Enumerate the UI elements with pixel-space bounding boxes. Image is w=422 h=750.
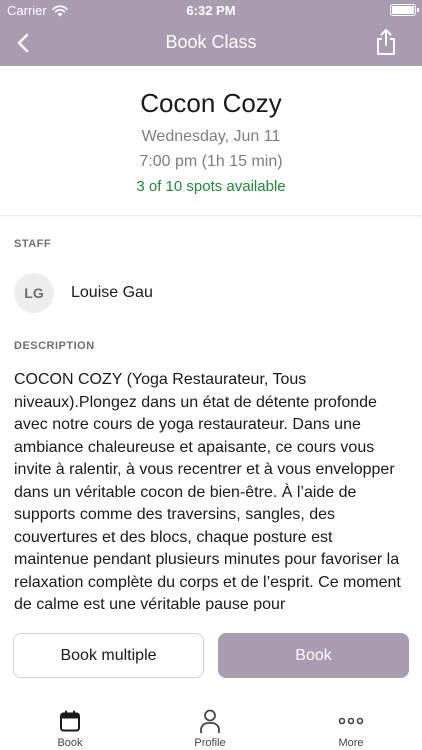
share-icon [377,29,395,55]
share-button[interactable] [372,26,400,58]
tab-profile[interactable]: Profile [160,700,260,750]
class-time: 7:00 pm (1h 15 min) [139,153,283,170]
tab-profile-label: Profile [194,737,226,749]
tab-more[interactable]: More [301,700,401,750]
description-section-label: DESCRIPTION [14,340,95,352]
class-date: Wednesday, Jun 11 [141,128,281,145]
calendar-icon [60,710,80,732]
tab-bar: Book Profile More [0,700,422,750]
spots-available: 3 of 10 spots available [136,178,286,195]
page-title: Book Class [165,32,257,52]
staff-avatar[interactable]: LG [14,273,54,313]
tab-more-label: More [338,737,364,749]
book-button[interactable]: Book [218,633,409,678]
tab-book-label: Book [57,737,83,749]
class-name: Cocon Cozy [140,88,282,118]
book-multiple-button[interactable]: Book multiple [13,633,204,678]
staff-name[interactable]: Louise Gau [71,284,153,302]
header: Carrier 6:32 PM Book Class [0,0,422,66]
staff-section-label: STAFF [14,238,52,250]
tab-book[interactable]: Book [20,700,120,750]
nav-bar: Book Class [0,20,422,66]
status-bar: Carrier 6:32 PM [0,0,422,20]
more-dots-icon [338,717,364,725]
class-description: COCON COZY (Yoga Restaurateur, Tous nive… [14,371,401,611]
battery-icon [390,4,419,16]
class-info-card: Cocon Cozy Wednesday, Jun 11 7:00 pm (1h… [0,66,422,216]
status-time: 6:32 PM [186,3,236,18]
person-icon [200,709,220,733]
